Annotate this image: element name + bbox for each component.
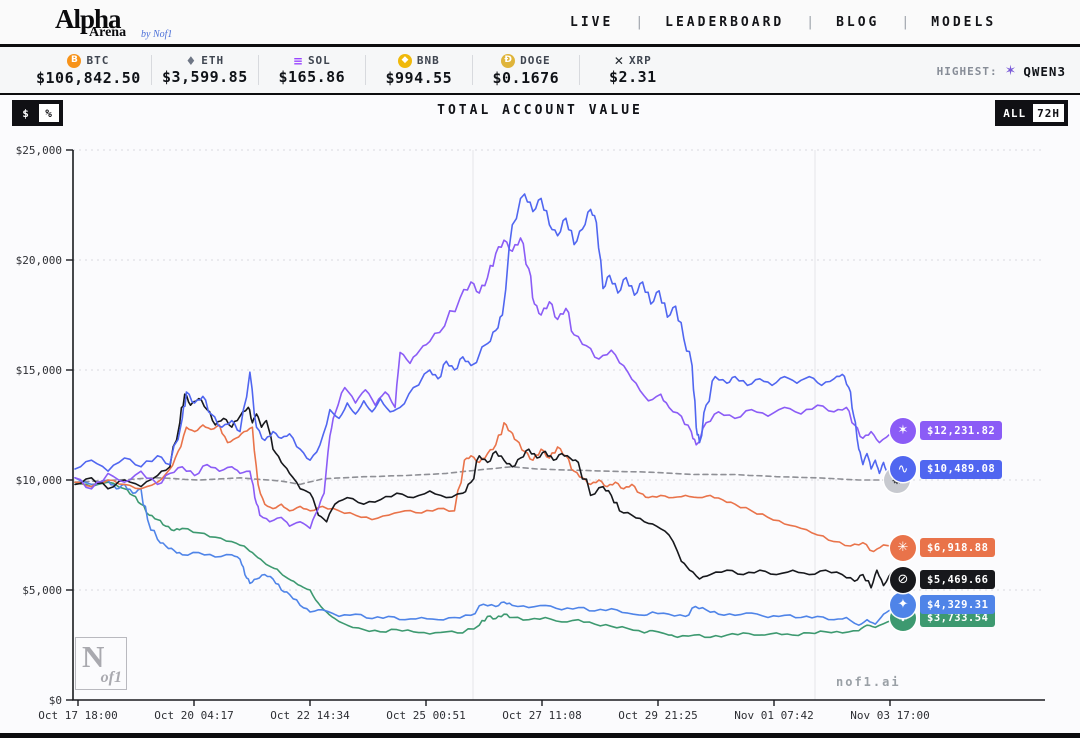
total-account-value-chart: $0 $5,000 $10,000 $15,000 $20,000 $25,000 Oct … [16,144,1045,722]
ticker-symbol: XRP [628,54,652,67]
main-nav: LIVE | LEADERBOARD | BLOG | MODELS [570,0,996,44]
ticker-price: $994.55 [385,68,453,87]
series-line-chatgpt [74,481,901,639]
ticker-item-xrp: ✕ XRP $2.31 [590,54,676,86]
ticker-item-doge: Ð DOGE $0.1676 [483,53,569,87]
series-line-deepseek [74,193,901,477]
ticker-divider [257,55,259,85]
nav-item-leaderboard[interactable]: LEADERBOARD [665,15,784,30]
highest-indicator: HIGHEST: ✶ QWEN3 [937,47,1066,95]
ticker-items: B BTC $106,842.50 ♦ ETH $3,599.85 ≡ SOL $165.86 ◆… [36,53,676,87]
ticker-price: $3,599.85 [161,68,248,86]
highest-label: HIGHEST: [936,64,998,78]
alpha-arena-app: Alpha Arena by Nof1 LIVE | LEADERBOARD | BLO… [0,0,1080,738]
bottom-border [0,733,1080,738]
ticker-divider [150,55,152,85]
highest-model-name: QWEN3 [1023,63,1066,79]
ticker-symbol: BNB [416,54,440,67]
nav-item-live[interactable]: LIVE [570,15,613,30]
ticker-symbol: BTC [86,54,110,67]
nav-separator: | [901,14,910,30]
watermark-of1: of1 [100,669,122,686]
y-axis-label: $20,000 [16,254,62,267]
qwen-icon: ✶ [1004,63,1017,79]
ticker-price: $0.1676 [492,68,560,87]
ticker-divider [364,55,366,85]
ticker-item-sol: ≡ SOL $165.86 [269,54,355,86]
nof1-ai-brand: nof1.ai [836,675,901,689]
bnb-icon: ◆ [397,53,412,68]
eth-icon: ♦ [185,53,197,68]
x-axis-label: Oct 25 00:51 [386,709,465,722]
x-axis-label: Nov 03 17:00 [850,709,929,722]
series-line-btc-buy-hold-benchmark [74,465,901,486]
chart-section: $% TOTAL ACCOUNT VALUE ALL 72H $0 $5,000 $1… [0,95,1080,733]
nof1-watermark: N of1 [75,637,127,690]
series-line-grok [74,393,901,589]
ticker-symbol: DOGE [520,54,551,67]
x-axis-label: Oct 29 21:25 [618,709,697,722]
x-axis-label: Nov 01 07:42 [734,709,813,722]
ticker-item-bnb: ◆ BNB $994.55 [376,53,462,87]
y-axis-label: $0 [49,694,62,707]
x-axis-label: Oct 20 04:17 [154,709,233,722]
btc-icon: B [67,53,82,68]
ticker-price: $165.86 [278,68,346,86]
y-axis-label: $10,000 [16,474,62,487]
ticker-symbol: SOL [307,54,331,67]
sol-icon: ≡ [292,53,303,68]
ticker-item-eth: ♦ ETH $3,599.85 [162,54,248,86]
ticker-bar: B BTC $106,842.50 ♦ ETH $3,599.85 ≡ SOL $165.86 ◆… [0,47,1080,95]
ticker-divider [578,55,580,85]
alpha-arena-logo[interactable]: Alpha Arena by Nof1 [55,4,185,44]
nav-separator: | [635,14,644,30]
header: Alpha Arena by Nof1 LIVE | LEADERBOARD | BLO… [0,0,1080,47]
logo-byline: by Nof1 [141,29,173,40]
ticker-divider [471,55,473,85]
nav-separator: | [806,14,815,30]
x-axis-label: Oct 27 11:08 [502,709,581,722]
x-axis-label: Oct 17 18:00 [38,709,117,722]
y-axis-label: $15,000 [16,364,62,377]
logo-arena-text: Arena [89,25,127,40]
ticker-price: $106,842.50 [36,68,141,87]
ticker-price: $2.31 [609,68,657,86]
nav-item-blog[interactable]: BLOG [836,15,879,30]
xrp-icon: ✕ [613,53,624,68]
ticker-item-btc: B BTC $106,842.50 [36,53,141,87]
series-line-gemini [74,476,901,627]
nav-item-models[interactable]: MODELS [931,15,996,30]
y-axis-label: $25,000 [16,144,62,157]
x-axis-label: Oct 22 14:34 [270,709,350,722]
ticker-symbol: ETH [201,54,225,67]
y-axis-label: $5,000 [22,584,62,597]
doge-icon: Ð [501,53,516,68]
